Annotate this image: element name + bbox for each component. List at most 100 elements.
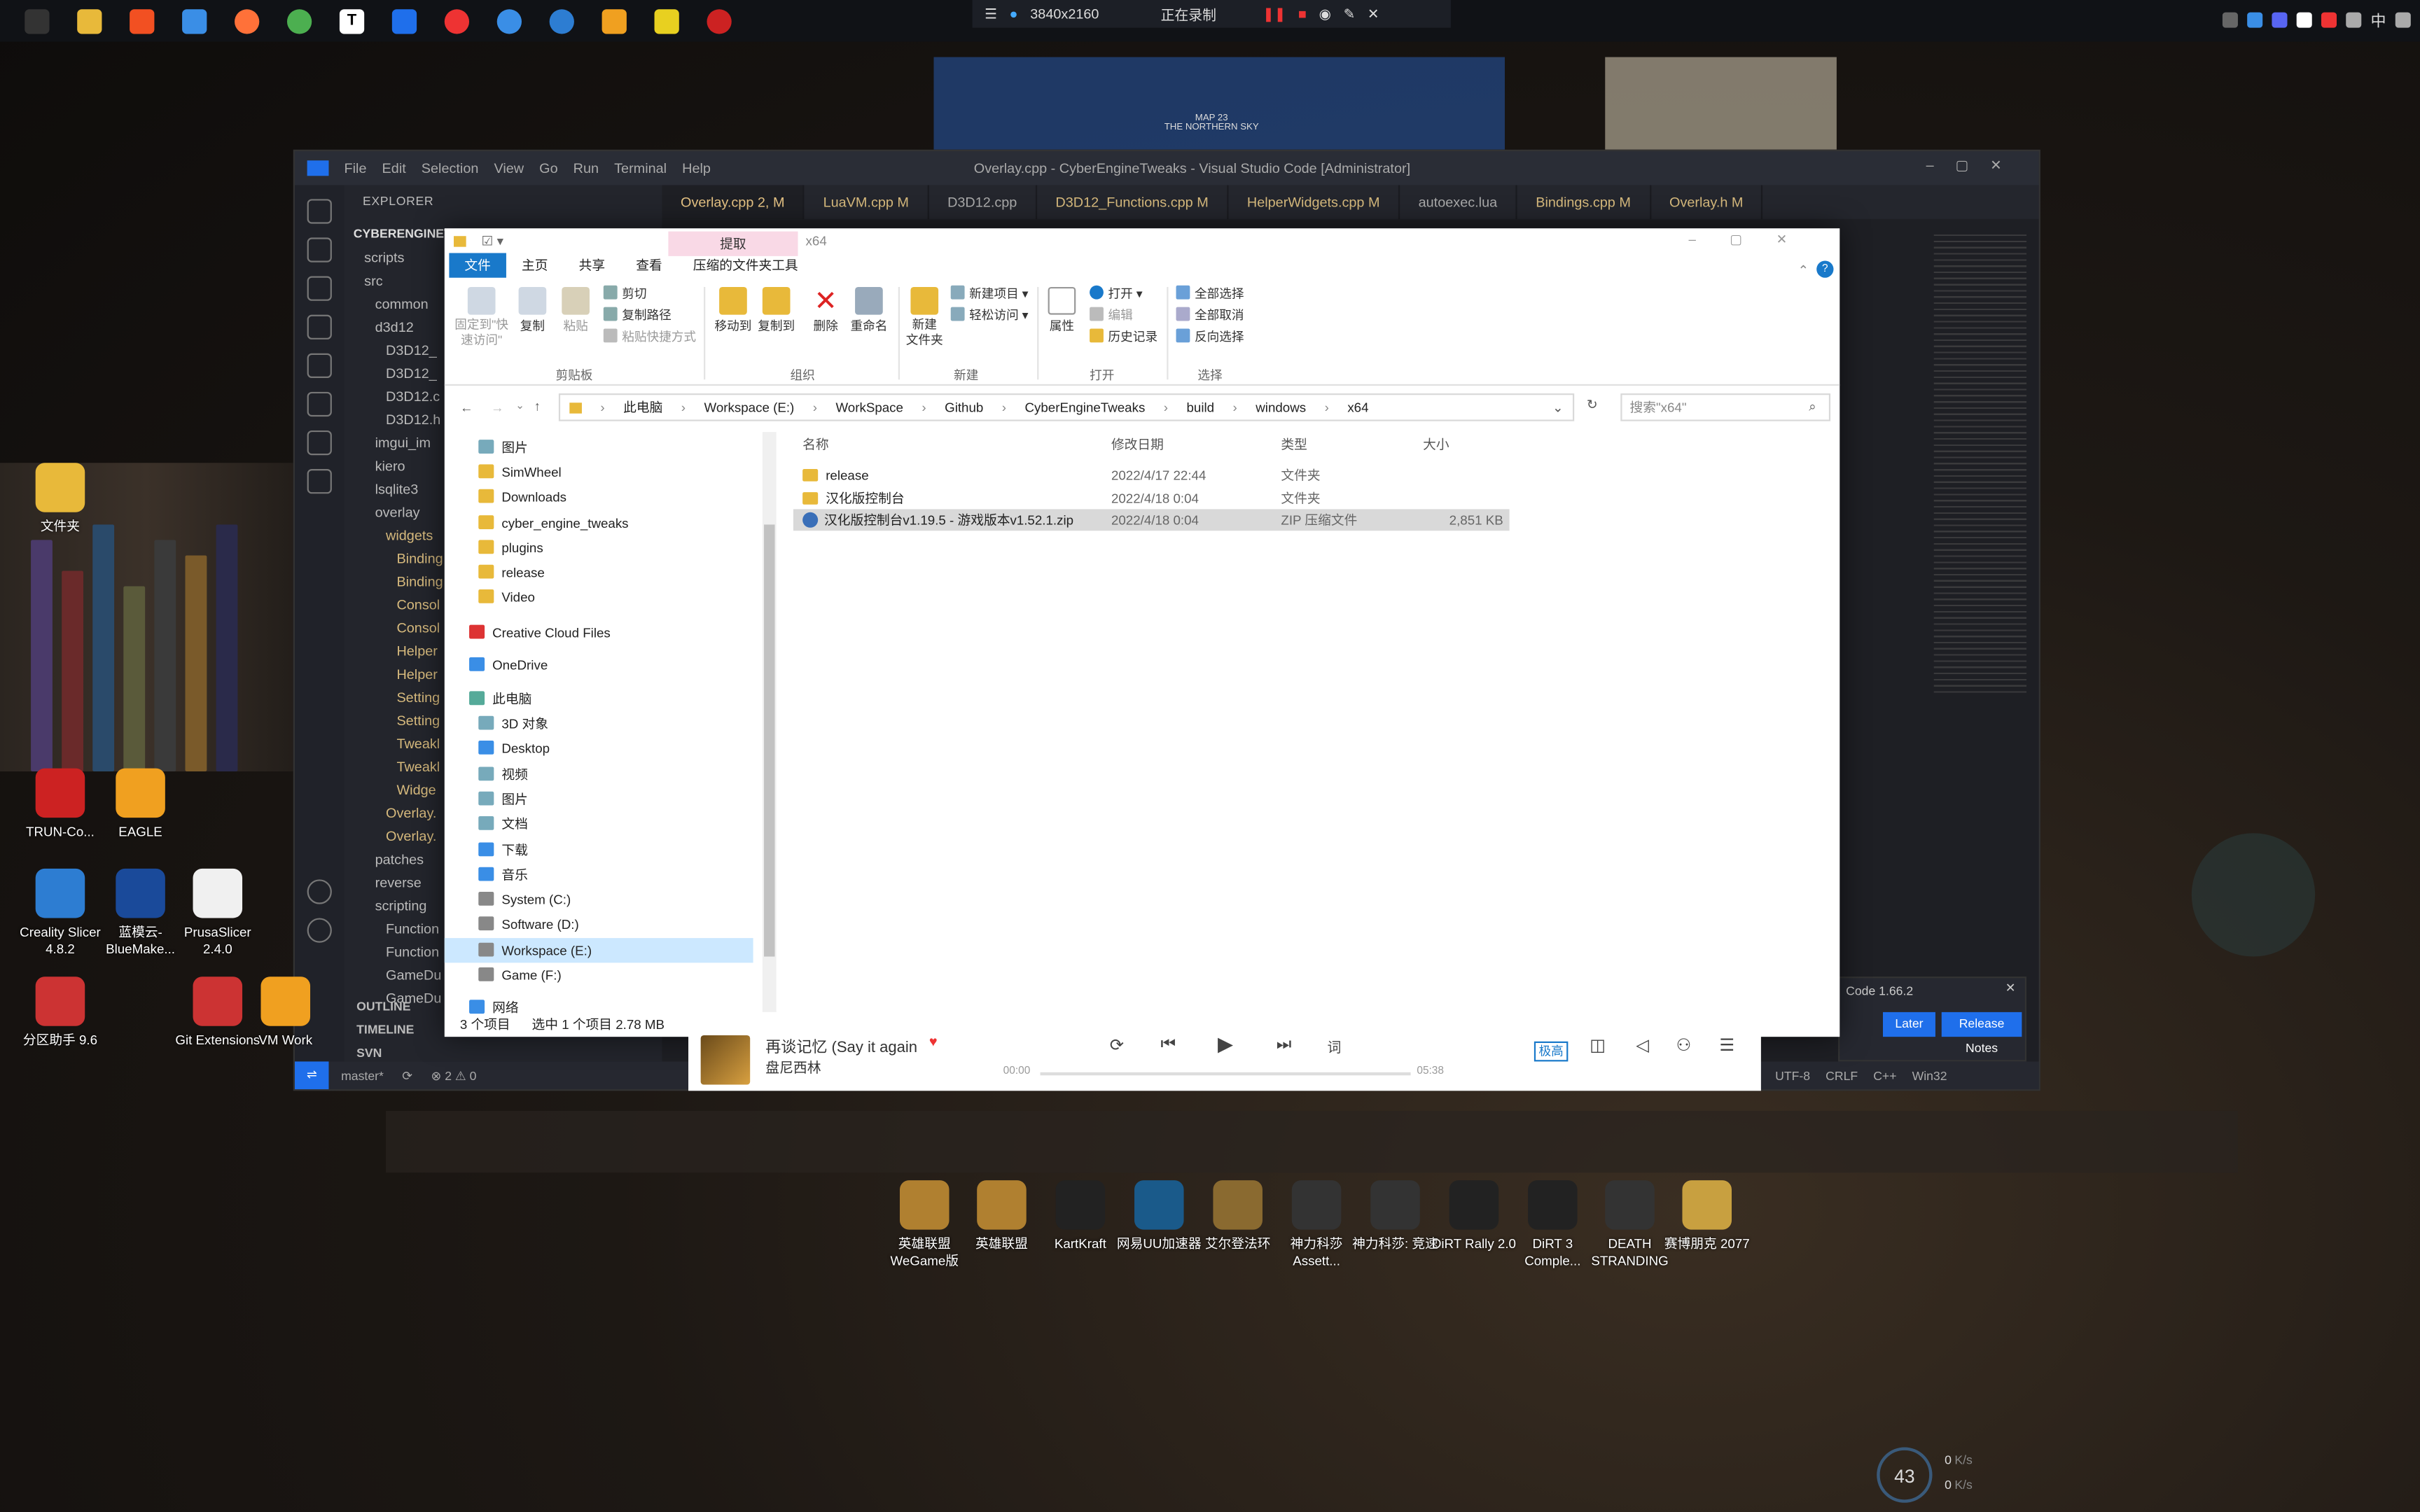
- search-input[interactable]: 搜索"x64": [1620, 393, 1831, 421]
- window-controls[interactable]: –▢✕: [1689, 232, 1821, 248]
- tree-item[interactable]: D3D12.h: [386, 412, 440, 427]
- previous-icon[interactable]: ⏮: [1160, 1035, 1176, 1056]
- desktop-icon[interactable]: 蓝模云-BlueMake...: [96, 868, 186, 958]
- tab-share[interactable]: 共享: [564, 253, 621, 277]
- cut-button[interactable]: 剪切: [603, 285, 647, 302]
- paste-shortcut-button[interactable]: 粘贴快捷方式: [603, 328, 696, 345]
- typora-icon[interactable]: T: [339, 8, 365, 34]
- tab-overlay-cpp[interactable]: Overlay.cpp 2, M: [662, 185, 805, 219]
- release-notes-button[interactable]: Release Notes: [1941, 1011, 2022, 1056]
- crumb-windows[interactable]: windows: [1256, 400, 1306, 415]
- tree-item[interactable]: reverse: [375, 875, 422, 890]
- crumb-github[interactable]: Github: [945, 400, 983, 415]
- tree-item[interactable]: common: [375, 296, 429, 312]
- menu-help[interactable]: Help: [682, 160, 711, 176]
- svn-section[interactable]: SVN: [356, 1046, 382, 1060]
- file-row[interactable]: release 2022/4/17 22:44 文件夹: [793, 464, 1510, 486]
- tree-item[interactable]: widgets: [386, 528, 433, 543]
- select-all-button[interactable]: 全部选择: [1176, 285, 1244, 302]
- settings-gear-icon[interactable]: [496, 8, 522, 34]
- lyrics-button[interactable]: 词: [1328, 1037, 1342, 1057]
- remote-indicator-icon[interactable]: ⇌: [294, 1061, 329, 1090]
- new-item-button[interactable]: 新建项目 ▾: [950, 285, 1028, 302]
- recent-locations-icon[interactable]: ⌄: [515, 400, 524, 412]
- crumb-workspace[interactable]: WorkSpace: [835, 400, 903, 415]
- eol-indicator[interactable]: CRLF: [1826, 1068, 1858, 1082]
- nav-item[interactable]: 图片: [445, 435, 753, 460]
- edit-button[interactable]: 编辑: [1090, 307, 1133, 324]
- window-controls[interactable]: –▢✕: [1926, 158, 2024, 174]
- menu-icon[interactable]: ☰: [985, 6, 997, 22]
- menu-go[interactable]: Go: [539, 160, 557, 176]
- tree-item[interactable]: GameDu: [386, 967, 441, 983]
- account-icon[interactable]: [307, 879, 332, 904]
- volume-icon[interactable]: [2346, 11, 2362, 27]
- tree-item[interactable]: D3D12_: [386, 365, 437, 381]
- game-icon[interactable]: [654, 8, 679, 34]
- tree-item[interactable]: Setting: [396, 690, 440, 705]
- desktop-icon[interactable]: 英雄联盟 WeGame版: [879, 1180, 969, 1270]
- desktop-icon[interactable]: 赛博朋克 2077: [1662, 1180, 1752, 1253]
- crumb-x64[interactable]: x64: [1347, 400, 1368, 415]
- nav-item[interactable]: 文档: [445, 811, 753, 836]
- run-debug-icon[interactable]: [307, 314, 332, 340]
- nav-item[interactable]: Desktop: [445, 736, 753, 760]
- pause-icon[interactable]: ❚❚: [1263, 6, 1286, 22]
- crumb-cyberenginetweaks[interactable]: CyberEngineTweaks: [1024, 400, 1145, 415]
- col-size[interactable]: 大小: [1423, 435, 1449, 454]
- tree-item[interactable]: scripting: [375, 898, 427, 913]
- delete-button[interactable]: ✕ 删除: [809, 287, 842, 335]
- menu-selection[interactable]: Selection: [422, 160, 479, 176]
- nav-item[interactable]: Game (F:): [445, 962, 753, 987]
- search-icon[interactable]: [307, 237, 332, 262]
- language-indicator[interactable]: C++: [1873, 1068, 1896, 1082]
- netease-music-icon[interactable]: [444, 8, 470, 34]
- tree-item[interactable]: Setting: [396, 713, 440, 728]
- quick-access-toolbar[interactable]: ☑ ▾: [482, 232, 503, 249]
- explorer-icon[interactable]: [307, 199, 332, 224]
- tree-item[interactable]: Overlay.: [386, 829, 436, 844]
- tab-bindings-cpp[interactable]: Bindings.cpp M: [1517, 185, 1651, 219]
- manage-gear-icon[interactable]: [307, 918, 332, 943]
- firefox-icon[interactable]: [235, 8, 260, 34]
- record-icon[interactable]: [707, 8, 732, 34]
- tree-item[interactable]: Tweakl: [396, 736, 440, 751]
- effects-icon[interactable]: ◫: [1590, 1035, 1606, 1055]
- nav-item[interactable]: Software (D:): [445, 912, 753, 937]
- ime-indicator[interactable]: 中: [2370, 8, 2386, 31]
- tab-view[interactable]: 查看: [620, 253, 678, 277]
- forward-icon[interactable]: →: [491, 400, 504, 415]
- scroll-thumb[interactable]: [764, 524, 775, 957]
- nav-item[interactable]: SimWheel: [445, 460, 753, 484]
- tree-item[interactable]: Function: [386, 921, 439, 937]
- steam-icon[interactable]: [2247, 11, 2263, 27]
- desktop-icon[interactable]: 艾尔登法环: [1193, 1180, 1283, 1253]
- nav-item[interactable]: 3D 对象: [445, 711, 753, 736]
- chevron-down-icon[interactable]: ⌄: [1552, 399, 1564, 416]
- search-icon[interactable]: ⌕: [1809, 398, 1816, 415]
- progress-bar[interactable]: [1040, 1072, 1411, 1076]
- desktop-icon[interactable]: TRUN-Co...: [15, 768, 105, 841]
- netease-tray-icon[interactable]: [2321, 11, 2337, 27]
- col-date[interactable]: 修改日期: [1111, 435, 1164, 454]
- playlist-icon[interactable]: ☰: [1719, 1035, 1734, 1055]
- tree-item[interactable]: scripts: [364, 250, 404, 265]
- later-button[interactable]: Later: [1883, 1011, 1935, 1037]
- collapse-ribbon-icon[interactable]: ⌃: [1798, 262, 1809, 279]
- desktop-icon[interactable]: EAGLE: [96, 768, 186, 841]
- remote-icon[interactable]: [307, 391, 332, 417]
- tree-item[interactable]: Binding: [396, 574, 443, 589]
- volume-icon[interactable]: ◁: [1636, 1035, 1649, 1055]
- tab-d3d12-cpp[interactable]: D3D12.cpp: [929, 185, 1037, 219]
- desktop-icon[interactable]: DiRT Rally 2.0: [1429, 1180, 1519, 1253]
- tab-compressed-tools[interactable]: 压缩的文件夹工具: [678, 253, 814, 277]
- task-view-icon[interactable]: [25, 8, 50, 34]
- store-icon[interactable]: [130, 8, 155, 34]
- desktop-icon[interactable]: 神力科莎: 竞速: [1351, 1180, 1440, 1253]
- nav-item[interactable]: release: [445, 560, 753, 584]
- nav-item[interactable]: 此电脑: [445, 687, 753, 711]
- nav-item[interactable]: System (C:): [445, 887, 753, 911]
- nav-item[interactable]: Workspace (E:): [444, 938, 753, 963]
- help-icon[interactable]: ?: [1816, 260, 1834, 278]
- qq-icon[interactable]: [549, 8, 574, 34]
